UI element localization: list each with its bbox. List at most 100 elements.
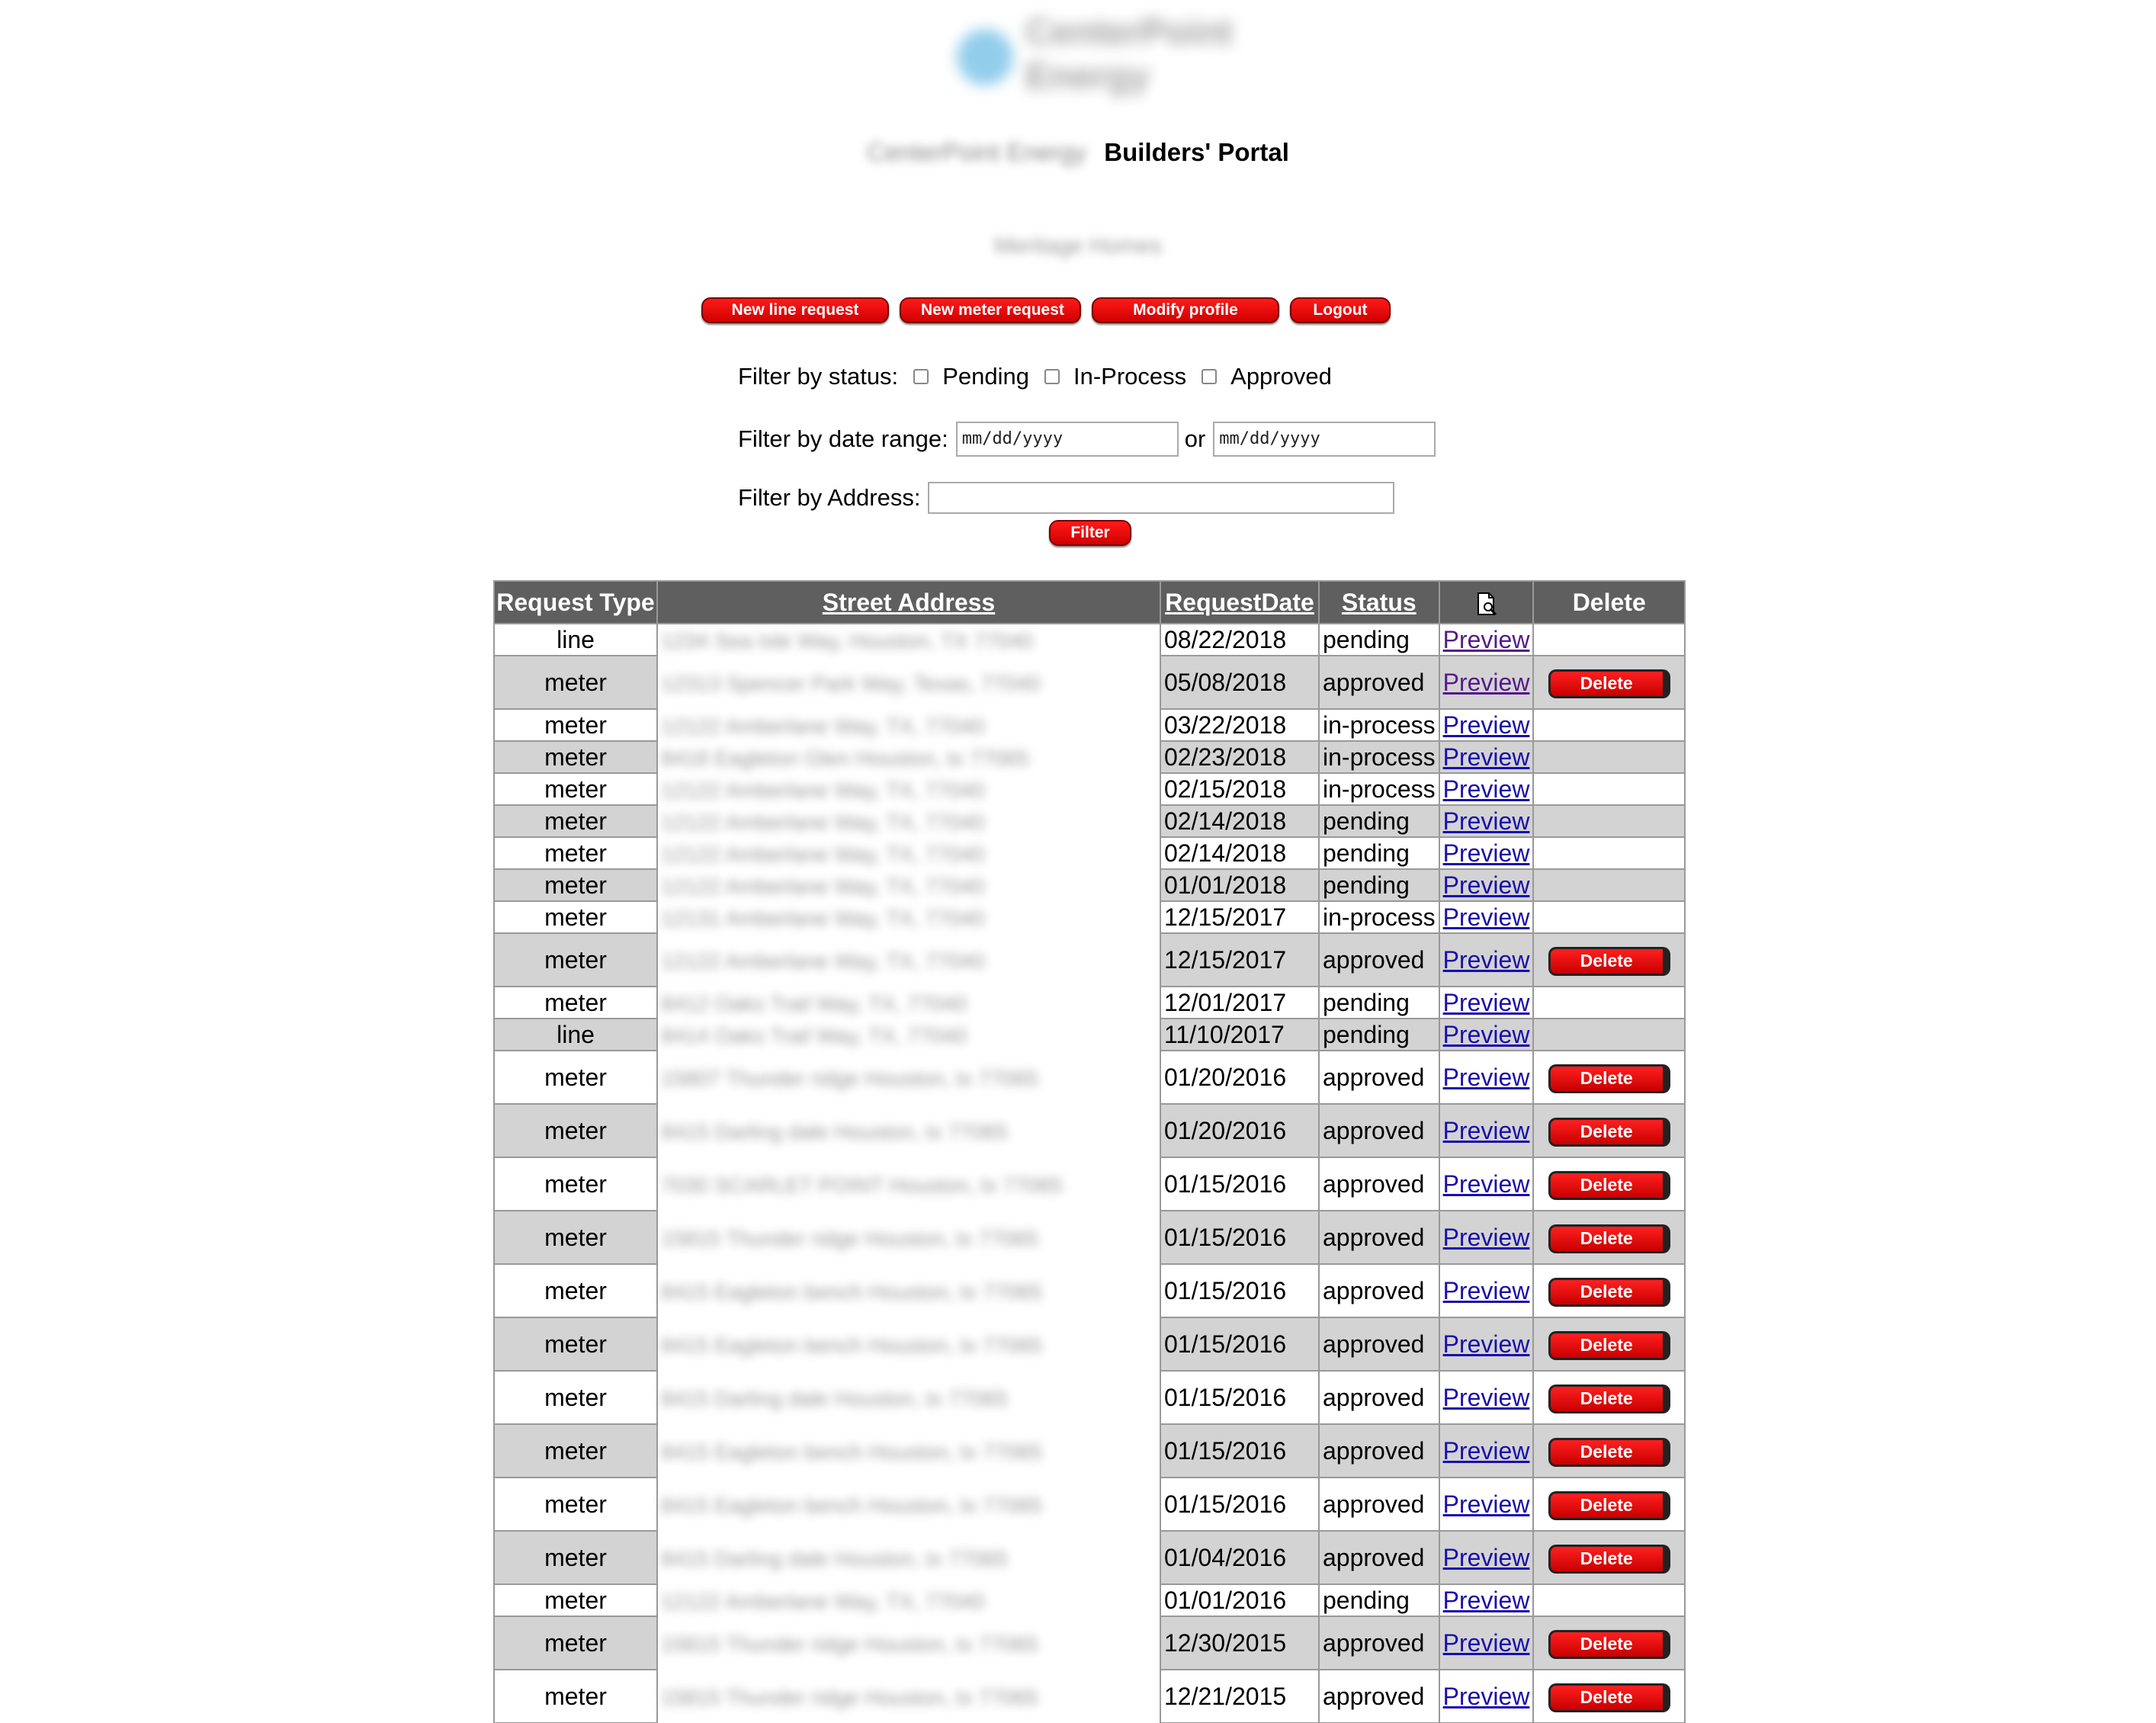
- delete-button[interactable]: Delete: [1548, 1277, 1670, 1307]
- preview-cell: Preview: [1438, 804, 1535, 838]
- request-date-cell: 02/23/2018: [1160, 740, 1320, 774]
- new-line-request-button[interactable]: New line request: [701, 297, 889, 323]
- preview-link[interactable]: Preview: [1443, 1587, 1530, 1614]
- street-address-cell: 12122 Amberlane Way, TX, 77040: [656, 805, 1161, 837]
- delete-cell: Delete: [1532, 1157, 1686, 1211]
- header-preview: [1438, 580, 1535, 624]
- approved-checkbox[interactable]: [1202, 369, 1218, 384]
- request-type-cell: meter: [493, 1103, 658, 1158]
- preview-link[interactable]: Preview: [1443, 711, 1530, 739]
- delete-cell: [1532, 900, 1686, 934]
- preview-link[interactable]: Preview: [1443, 989, 1530, 1016]
- delete-button[interactable]: Delete: [1548, 1064, 1670, 1093]
- street-address-cell: 15815 Thunder ridge Houston, tx 77065: [656, 1211, 1161, 1264]
- street-address-text: 12131 Amberlane Way, TX, 77040: [661, 906, 985, 930]
- preview-link[interactable]: Preview: [1443, 1021, 1530, 1048]
- preview-link[interactable]: Preview: [1443, 871, 1530, 899]
- date-from-input[interactable]: mm/dd/yyyy: [955, 422, 1179, 457]
- preview-cell: Preview: [1438, 1263, 1535, 1318]
- street-address-text: 8415 Darling dale Houston, tx 77065: [661, 1119, 1008, 1144]
- status-cell: approved: [1318, 932, 1440, 987]
- preview-cell: Preview: [1438, 1018, 1535, 1051]
- delete-button[interactable]: Delete: [1548, 1117, 1670, 1147]
- delete-button[interactable]: Delete: [1548, 1330, 1670, 1360]
- street-address-text: 8415 Eagleton bench Houston, tx 77065: [661, 1333, 1042, 1357]
- delete-button[interactable]: Delete: [1548, 1170, 1670, 1200]
- preview-link[interactable]: Preview: [1443, 1437, 1530, 1465]
- table-row: meter 12131 Amberlane Way, TX, 77040 12/15…: [493, 900, 1686, 934]
- table-row: meter 12313 Spencer Park Way, Texas, 7704…: [493, 655, 1686, 710]
- request-date-cell: 12/21/2015: [1160, 1669, 1320, 1723]
- delete-cell: Delete: [1532, 1317, 1686, 1372]
- delete-button[interactable]: Delete: [1548, 1683, 1670, 1712]
- sort-status-link[interactable]: Status: [1342, 589, 1416, 616]
- preview-link[interactable]: Preview: [1443, 1544, 1530, 1571]
- preview-cell: Preview: [1438, 1370, 1535, 1425]
- header-street-address[interactable]: Street Address: [656, 580, 1161, 624]
- delete-button[interactable]: Delete: [1548, 669, 1670, 698]
- request-type-cell: meter: [493, 1616, 658, 1670]
- preview-cell: Preview: [1438, 1317, 1535, 1372]
- delete-button[interactable]: Delete: [1548, 1544, 1670, 1574]
- preview-link[interactable]: Preview: [1443, 1064, 1530, 1091]
- header-request-date[interactable]: RequestDate: [1160, 580, 1320, 624]
- preview-link[interactable]: Preview: [1443, 626, 1530, 653]
- delete-button[interactable]: Delete: [1548, 1384, 1670, 1413]
- sort-request-date-link[interactable]: RequestDate: [1165, 589, 1314, 616]
- filter-button[interactable]: Filter: [1049, 520, 1131, 546]
- street-address-text: 12122 Amberlane Way, TX, 77040: [661, 778, 985, 802]
- sort-street-address-link[interactable]: Street Address: [823, 589, 995, 616]
- table-row: meter 8415 Darling dale Houston, tx 77065…: [493, 1530, 1686, 1585]
- preview-link[interactable]: Preview: [1443, 1170, 1530, 1198]
- table-row: meter 12122 Amberlane Way, TX, 77040 02/14…: [493, 804, 1686, 838]
- request-type-cell: meter: [493, 836, 658, 870]
- delete-button[interactable]: Delete: [1548, 1437, 1670, 1467]
- delete-button[interactable]: Delete: [1548, 946, 1670, 976]
- delete-cell: [1532, 740, 1686, 774]
- street-address-cell: 8415 Eagleton bench Houston, tx 77065: [656, 1317, 1161, 1371]
- delete-cell: [1532, 772, 1686, 806]
- logout-button[interactable]: Logout: [1290, 297, 1391, 323]
- street-address-text: 1234 Sea Isle Way, Houston, TX 77040: [661, 629, 1034, 653]
- inprocess-checkbox[interactable]: [1044, 369, 1060, 384]
- preview-link[interactable]: Preview: [1443, 1683, 1530, 1710]
- request-date-cell: 01/15/2016: [1160, 1317, 1320, 1372]
- preview-link[interactable]: Preview: [1443, 1330, 1530, 1358]
- address-input[interactable]: [928, 482, 1395, 514]
- preview-link[interactable]: Preview: [1443, 1384, 1530, 1411]
- status-cell: approved: [1318, 1616, 1440, 1670]
- preview-link[interactable]: Preview: [1443, 946, 1530, 974]
- request-type-cell: meter: [493, 708, 658, 742]
- preview-link[interactable]: Preview: [1443, 903, 1530, 931]
- table-row: meter 8415 Darling dale Houston, tx 77065…: [493, 1370, 1686, 1425]
- request-type-cell: meter: [493, 740, 658, 774]
- request-type-cell: meter: [493, 1050, 658, 1105]
- table-header-row: Request Type Street Address RequestDate …: [493, 580, 1686, 624]
- new-meter-request-button[interactable]: New meter request: [900, 297, 1081, 323]
- preview-link[interactable]: Preview: [1443, 775, 1530, 803]
- request-date-cell: 01/15/2016: [1160, 1263, 1320, 1318]
- preview-cell: Preview: [1438, 1157, 1535, 1211]
- preview-link[interactable]: Preview: [1443, 1629, 1530, 1657]
- preview-link[interactable]: Preview: [1443, 839, 1530, 867]
- header-status[interactable]: Status: [1318, 580, 1440, 624]
- preview-link[interactable]: Preview: [1443, 743, 1530, 771]
- street-address-text: 8415 Eagleton bench Houston, tx 77065: [661, 1439, 1042, 1464]
- preview-link[interactable]: Preview: [1443, 1490, 1530, 1518]
- preview-link[interactable]: Preview: [1443, 1277, 1530, 1304]
- delete-button[interactable]: Delete: [1548, 1629, 1670, 1659]
- or-label: or: [1184, 425, 1206, 452]
- modify-profile-button[interactable]: Modify profile: [1092, 297, 1279, 323]
- date-to-input[interactable]: mm/dd/yyyy: [1213, 422, 1436, 457]
- preview-link[interactable]: Preview: [1443, 669, 1530, 696]
- street-address-cell: 8415 Eagleton bench Houston, tx 77065: [656, 1264, 1161, 1317]
- status-cell: approved: [1318, 1103, 1440, 1158]
- delete-button[interactable]: Delete: [1548, 1490, 1670, 1520]
- preview-link[interactable]: Preview: [1443, 1224, 1530, 1251]
- delete-button[interactable]: Delete: [1548, 1224, 1670, 1253]
- request-type-cell: meter: [493, 804, 658, 838]
- preview-link[interactable]: Preview: [1443, 807, 1530, 835]
- status-cell: approved: [1318, 1370, 1440, 1425]
- pending-checkbox[interactable]: [913, 369, 929, 384]
- preview-link[interactable]: Preview: [1443, 1117, 1530, 1144]
